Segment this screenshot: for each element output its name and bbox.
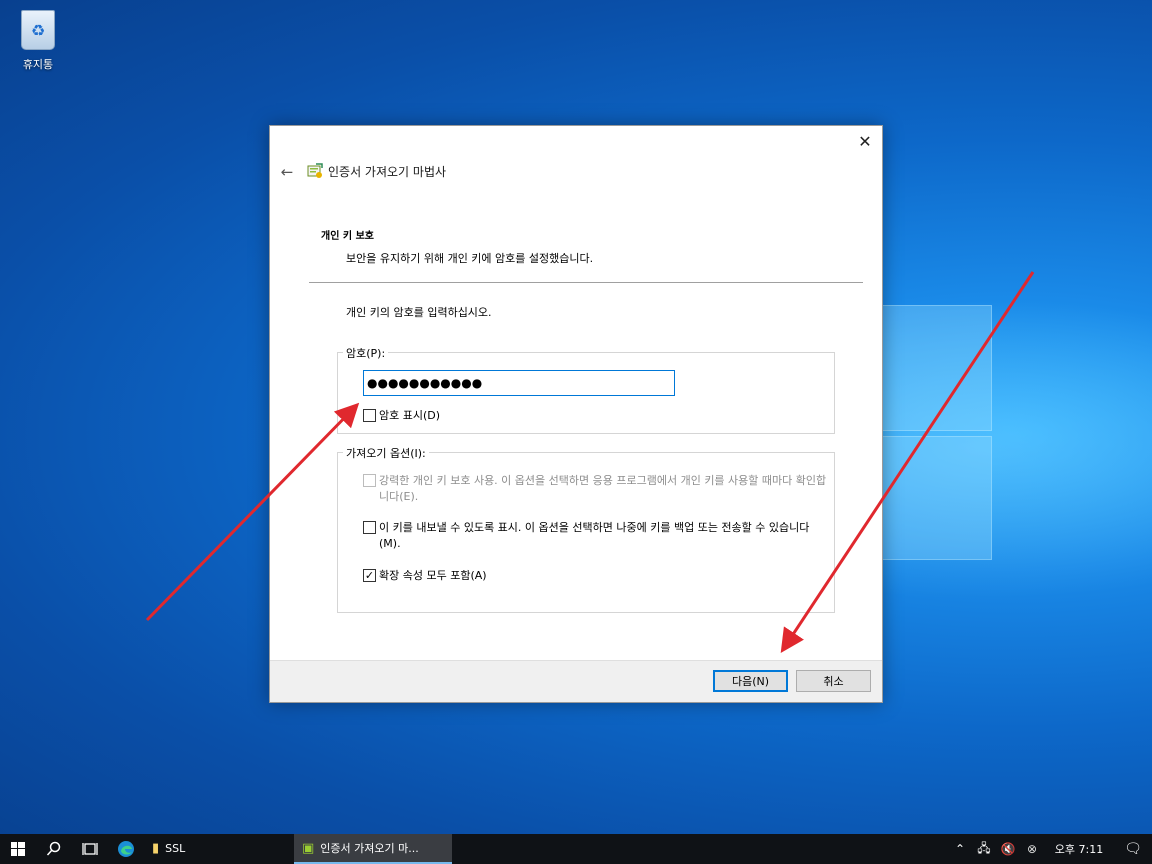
recycle-bin[interactable]: 휴지통 xyxy=(10,8,66,78)
exportable-key-checkbox-row[interactable]: 이 키를 내보낼 수 있도록 표시. 이 옵션을 선택하면 나중에 키를 백업 … xyxy=(363,520,828,552)
exportable-key-checkbox[interactable] xyxy=(363,521,376,534)
close-button[interactable]: ✕ xyxy=(854,132,876,152)
password-group-label: 암호(P): xyxy=(343,345,389,361)
search-icon[interactable] xyxy=(36,834,72,864)
password-groupbox: 암호(P): ●●●●●●●●●●● 암호 표시(D) xyxy=(337,345,835,434)
show-password-label: 암호 표시(D) xyxy=(379,409,441,422)
strong-protection-checkbox-row: 강력한 개인 키 보호 사용. 이 옵션을 선택하면 응용 프로그램에서 개인 … xyxy=(363,473,828,505)
error-status-icon[interactable]: ⊗ xyxy=(1020,842,1044,856)
extended-properties-checkbox-row[interactable]: ✓ 확장 속성 모두 포함(A) xyxy=(363,568,487,584)
chevron-up-icon[interactable]: ⌃ xyxy=(948,842,972,856)
taskbar-app-certificate-wizard[interactable]: ▣ 인증서 가져오기 마... xyxy=(294,834,452,864)
start-windows-icon[interactable] xyxy=(0,834,36,864)
recycle-bin-label: 휴지통 xyxy=(22,58,54,71)
task-view-icon[interactable] xyxy=(72,834,108,864)
back-arrow-icon[interactable]: ← xyxy=(278,163,296,181)
volume-muted-icon[interactable]: 🔇 xyxy=(996,842,1020,856)
recycle-bin-icon xyxy=(21,10,55,50)
divider xyxy=(309,282,863,283)
instruction-text: 개인 키의 암호를 입력하십시오. xyxy=(346,306,492,319)
taskbar-app-label: 인증서 가져오기 마... xyxy=(320,842,419,855)
edge-browser-icon[interactable] xyxy=(108,834,144,864)
import-options-groupbox: 가져오기 옵션(I): 강력한 개인 키 보호 사용. 이 옵션을 선택하면 응… xyxy=(337,445,835,613)
extended-properties-label: 확장 속성 모두 포함(A) xyxy=(379,569,487,582)
system-tray: ⌃ 🖧 🔇 ⊗ 오후 7:11 🗨 xyxy=(948,834,1152,864)
folder-icon: ▮ xyxy=(152,840,160,856)
taskbar: ▮ SSL ▣ 인증서 가져오기 마... ⌃ 🖧 🔇 ⊗ 오후 7:11 🗨 xyxy=(0,834,1152,864)
notifications-icon[interactable]: 🗨 xyxy=(1114,841,1152,857)
dialog-footer: 다음(N) 취소 xyxy=(270,660,882,702)
strong-protection-checkbox xyxy=(363,474,376,487)
section-description: 보안을 유지하기 위해 개인 키에 암호를 설정했습니다. xyxy=(346,252,594,265)
certificate-wizard-icon xyxy=(307,163,323,178)
import-options-label: 가져오기 옵션(I): xyxy=(343,445,429,461)
show-password-checkbox-row[interactable]: 암호 표시(D) xyxy=(363,408,440,424)
taskbar-app-ssl[interactable]: ▮ SSL xyxy=(144,834,294,864)
section-title: 개인 키 보호 xyxy=(321,231,374,242)
certificate-wizard-icon: ▣ xyxy=(302,840,315,856)
network-icon[interactable]: 🖧 xyxy=(972,839,996,860)
next-button[interactable]: 다음(N) xyxy=(713,670,788,692)
cancel-button[interactable]: 취소 xyxy=(796,670,871,692)
wizard-title: 인증서 가져오기 마법사 xyxy=(328,165,447,179)
show-password-checkbox[interactable] xyxy=(363,409,376,422)
strong-protection-label: 강력한 개인 키 보호 사용. 이 옵션을 선택하면 응용 프로그램에서 개인 … xyxy=(379,474,827,503)
clock[interactable]: 오후 7:11 xyxy=(1044,841,1114,857)
exportable-key-label: 이 키를 내보낼 수 있도록 표시. 이 옵션을 선택하면 나중에 키를 백업 … xyxy=(379,521,810,550)
extended-properties-checkbox[interactable]: ✓ xyxy=(363,569,376,582)
certificate-import-wizard-dialog: ✕ ← 인증서 가져오기 마법사 개인 키 보호 보안을 유지하기 위해 개인 … xyxy=(269,125,883,703)
password-input[interactable]: ●●●●●●●●●●● xyxy=(363,370,675,396)
taskbar-app-label: SSL xyxy=(165,841,186,855)
